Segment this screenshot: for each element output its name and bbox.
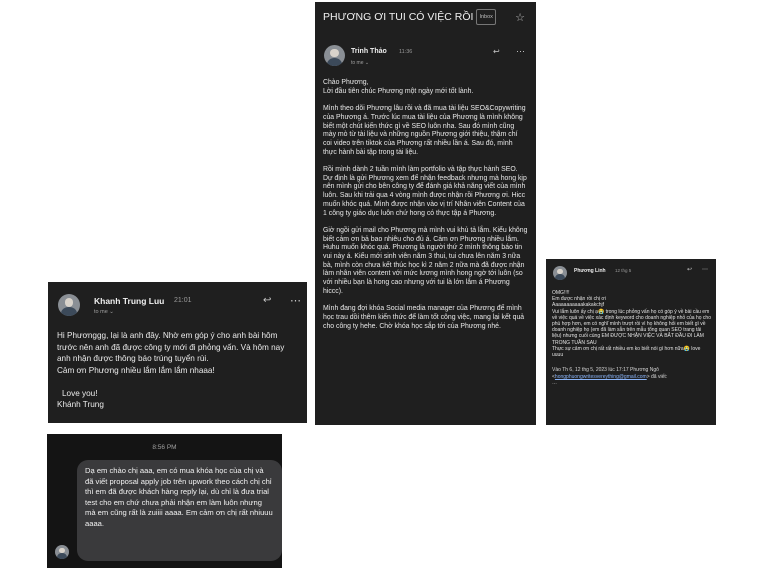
inbox-badge[interactable]: Inbox — [476, 9, 496, 25]
body-line: Vui lắm luôn ấy chị ạ😭 trong lúc phỏng v… — [552, 308, 711, 346]
email-subject: PHƯƠNG ƠI TUI CÓ VIỆC RỒI Inbox ☆ — [323, 9, 528, 39]
more-icon[interactable]: ⋯ — [516, 46, 526, 57]
body-paragraph: Love you! — [62, 388, 98, 398]
more-icon[interactable]: ⋯ — [290, 294, 302, 307]
body-paragraph: Hi Phươnggg, lại là anh đây. Nhờ em góp … — [57, 331, 285, 363]
body-paragraph: Giờ ngồi gửi mail cho Phương mà mình vui… — [323, 226, 528, 295]
body-paragraph: Rồi mình dành 2 tuần mình làm portfolio … — [323, 166, 527, 217]
email-header: Khanh Trung Luu 21:01 to me ⌄ ↩ ⋯ — [57, 290, 302, 320]
avatar[interactable] — [324, 45, 345, 66]
sender-name: Phương Linh — [574, 268, 606, 274]
email-body: OMG!!!! Em được nhận rồi chị ơi Aaaaaaaa… — [552, 290, 711, 358]
avatar[interactable] — [58, 294, 80, 316]
star-icon[interactable]: ☆ — [515, 11, 525, 25]
sender-name: Khanh Trung Luu — [94, 296, 165, 306]
body-paragraph: Cảm ơn Phương nhiều lắm lắm lắm nhaaa! — [57, 365, 215, 375]
email-phuong-linh: Phương Linh 12 thg 5 ↩ ⋯ OMG!!!! Em được… — [546, 259, 716, 425]
email-time: 12 thg 5 — [615, 268, 632, 273]
reply-icon[interactable]: ↩ — [493, 47, 500, 56]
subject-text: PHƯƠNG ƠI TUI CÓ VIỆC RỒI — [323, 11, 474, 23]
email-khanh-trung-luu: Khanh Trung Luu 21:01 to me ⌄ ↩ ⋯ Hi Phư… — [48, 282, 307, 423]
recipient-label[interactable]: to me ⌄ — [351, 60, 369, 66]
more-icon[interactable]: ⋯ — [702, 266, 709, 273]
quoted-header: Vào Th 6, 12 thg 5, 2023 lúc 17:17 Phươn… — [552, 367, 711, 387]
reply-icon[interactable]: ↩ — [263, 295, 271, 306]
message-bubble[interactable]: Dạ em chào chị aaa, em có mua khóa học c… — [77, 460, 282, 561]
message-timestamp: 8:56 PM — [152, 444, 177, 451]
body-paragraph: Mình theo dõi Phương lâu rồi và đã mua t… — [323, 105, 526, 156]
email-time: 11:36 — [399, 49, 413, 55]
email-trinh-thao: PHƯƠNG ƠI TUI CÓ VIỆC RỒI Inbox ☆ Trinh T… — [315, 2, 536, 425]
quote-suffix: > đã viết: — [646, 373, 668, 380]
email-time: 21:01 — [174, 297, 192, 304]
greeting: Chào Phương, Lời đầu tiên chúc Phương mộ… — [323, 79, 474, 95]
email-body: Chào Phương, Lời đầu tiên chúc Phương mộ… — [323, 79, 528, 331]
avatar[interactable] — [55, 545, 69, 559]
sms-conversation: 8:56 PM Dạ em chào chị aaa, em có mua kh… — [47, 434, 282, 568]
sender-name: Trinh Thảo — [351, 48, 387, 55]
email-link[interactable]: hongphuongwritesvereything@gmail.com — [555, 374, 647, 380]
show-quoted-icon[interactable]: … — [552, 380, 711, 387]
chevron-down-icon: ⌄ — [109, 309, 114, 315]
recipient-label[interactable]: to me ⌄ — [94, 309, 114, 315]
email-header: Trinh Thảo 11:36 to me ⌄ ↩ ⋯ — [323, 39, 528, 73]
chevron-down-icon: ⌄ — [364, 60, 370, 66]
avatar[interactable] — [553, 266, 567, 280]
email-header: Phương Linh 12 thg 5 ↩ ⋯ — [552, 264, 711, 284]
email-body: Hi Phươnggg, lại là anh đây. Nhờ em góp … — [57, 330, 299, 411]
body-paragraph: Mình đang đợi khóa Social media manager … — [323, 305, 525, 330]
signature: Khánh Trung — [57, 400, 104, 409]
body-line: Thực sự cảm ơn chị rất rất nhiều em ko b… — [552, 345, 701, 359]
reply-icon[interactable]: ↩ — [687, 266, 692, 273]
